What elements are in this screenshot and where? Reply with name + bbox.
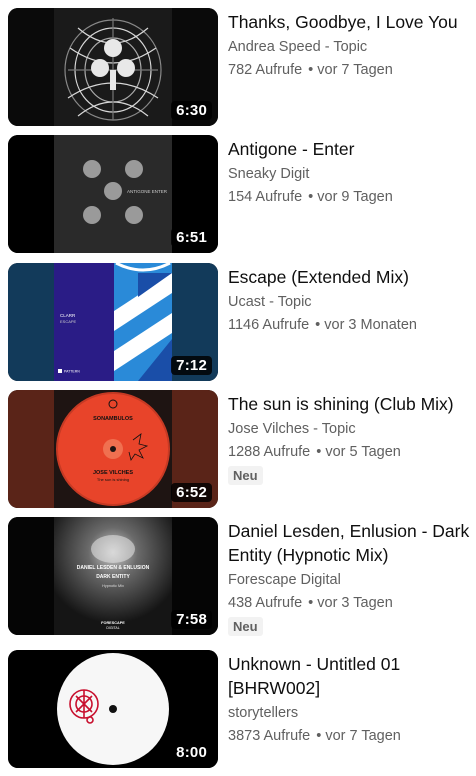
- thumb-label: ANTIGONE ENTER: [127, 189, 168, 194]
- thumb-label-artist: JOSE VILCHES: [93, 470, 133, 476]
- video-title[interactable]: The sun is shining (Club Mix): [228, 392, 472, 416]
- video-thumbnail[interactable]: CLARR ESCAPE PATTERN 7:12: [8, 263, 218, 381]
- new-badge: Neu: [228, 466, 263, 485]
- video-meta: Daniel Lesden, Enlusion - Dark Entity (H…: [228, 517, 472, 636]
- video-stats: 154 Aufrufe • vor 9 Tagen: [228, 188, 472, 206]
- video-meta: Unknown - Untitled 01 [BHRW002] storytel…: [228, 650, 472, 745]
- video-stats: 438 Aufrufe • vor 3 Tagen: [228, 594, 472, 612]
- channel-name[interactable]: Sneaky Digit: [228, 165, 472, 183]
- separator-dot: •: [308, 62, 314, 78]
- video-thumbnail[interactable]: 8:00: [8, 650, 218, 768]
- video-title[interactable]: Antigone - Enter: [228, 137, 472, 161]
- thumb-label-label: PATTERN: [64, 370, 80, 374]
- video-feed: 6:30 Thanks, Goodbye, I Love You Andrea …: [0, 0, 476, 776]
- upload-age: vor 9 Tagen: [317, 189, 393, 205]
- video-meta: Thanks, Goodbye, I Love You Andrea Speed…: [228, 8, 472, 79]
- video-title[interactable]: Thanks, Goodbye, I Love You: [228, 10, 472, 34]
- video-stats: 1146 Aufrufe • vor 3 Monaten: [228, 316, 472, 334]
- video-thumbnail[interactable]: ANTIGONE ENTER 6:51: [8, 135, 218, 253]
- channel-name[interactable]: Forescape Digital: [228, 571, 472, 589]
- video-thumbnail[interactable]: 6:30: [8, 8, 218, 126]
- view-count: 154 Aufrufe: [228, 189, 303, 205]
- thumb-label-brand: FORESCAPE: [101, 621, 125, 625]
- upload-age: vor 3 Tagen: [317, 595, 393, 611]
- separator-dot: •: [315, 317, 321, 333]
- view-count: 438 Aufrufe: [228, 595, 303, 611]
- upload-age: vor 3 Monaten: [324, 317, 417, 333]
- video-meta: Escape (Extended Mix) Ucast - Topic 1146…: [228, 263, 472, 334]
- video-title[interactable]: Daniel Lesden, Enlusion - Dark Entity (H…: [228, 519, 472, 567]
- separator-dot: •: [316, 728, 322, 744]
- view-count: 3873 Aufrufe: [228, 728, 311, 744]
- upload-age: vor 7 Tagen: [317, 62, 393, 78]
- upload-age: vor 5 Tagen: [325, 444, 401, 460]
- video-item[interactable]: ANTIGONE ENTER 6:51 Antigone - Enter Sne…: [0, 135, 476, 253]
- video-item[interactable]: 8:00 Unknown - Untitled 01 [BHRW002] sto…: [0, 650, 476, 768]
- separator-dot: •: [316, 444, 322, 460]
- video-stats: 782 Aufrufe • vor 7 Tagen: [228, 61, 472, 79]
- video-thumbnail[interactable]: SONAMBULOS JOSE VILCHES The sun is shini…: [8, 390, 218, 508]
- video-stats: 1288 Aufrufe • vor 5 Tagen: [228, 443, 472, 461]
- thumb-label-artist: DANIEL LESDEN & ENLUSION: [77, 565, 150, 571]
- channel-name[interactable]: storytellers: [228, 704, 472, 722]
- video-thumbnail[interactable]: DANIEL LESDEN & ENLUSION DARK ENTITY Hyp…: [8, 517, 218, 635]
- channel-name[interactable]: Ucast - Topic: [228, 293, 472, 311]
- upload-age: vor 7 Tagen: [325, 728, 401, 744]
- video-duration: 6:30: [171, 101, 212, 120]
- thumb-label-artist: CLARR: [60, 313, 76, 318]
- view-count: 1288 Aufrufe: [228, 444, 311, 460]
- video-stats: 3873 Aufrufe • vor 7 Tagen: [228, 727, 472, 745]
- view-count: 1146 Aufrufe: [228, 317, 310, 333]
- video-duration: 8:00: [171, 743, 212, 762]
- video-item[interactable]: 6:30 Thanks, Goodbye, I Love You Andrea …: [0, 8, 476, 126]
- video-item[interactable]: DANIEL LESDEN & ENLUSION DARK ENTITY Hyp…: [0, 517, 476, 636]
- video-meta: Antigone - Enter Sneaky Digit 154 Aufruf…: [228, 135, 472, 206]
- video-duration: 6:52: [171, 483, 212, 502]
- channel-name[interactable]: Jose Vilches - Topic: [228, 420, 472, 438]
- thumb-label-title: DARK ENTITY: [96, 574, 130, 580]
- new-badge: Neu: [228, 617, 263, 636]
- thumb-label-brand: SONAMBULOS: [93, 416, 133, 422]
- video-duration: 7:12: [171, 356, 212, 375]
- thumb-label-mix: Hypnotic Mix: [102, 584, 124, 588]
- video-item[interactable]: SONAMBULOS JOSE VILCHES The sun is shini…: [0, 390, 476, 508]
- view-count: 782 Aufrufe: [228, 62, 303, 78]
- thumb-label-title: The sun is shining: [97, 477, 129, 482]
- separator-dot: •: [308, 189, 314, 205]
- video-duration: 6:51: [171, 228, 212, 247]
- video-meta: The sun is shining (Club Mix) Jose Vilch…: [228, 390, 472, 485]
- channel-name[interactable]: Andrea Speed - Topic: [228, 38, 472, 56]
- video-title[interactable]: Unknown - Untitled 01 [BHRW002]: [228, 652, 472, 700]
- separator-dot: •: [308, 595, 314, 611]
- video-item[interactable]: CLARR ESCAPE PATTERN 7:12 Escape (Extend…: [0, 263, 476, 381]
- video-duration: 7:58: [171, 610, 212, 629]
- thumb-label-title: ESCAPE: [60, 319, 77, 324]
- thumb-label-brand-sub: DIGITAL: [106, 626, 119, 630]
- video-title[interactable]: Escape (Extended Mix): [228, 265, 472, 289]
